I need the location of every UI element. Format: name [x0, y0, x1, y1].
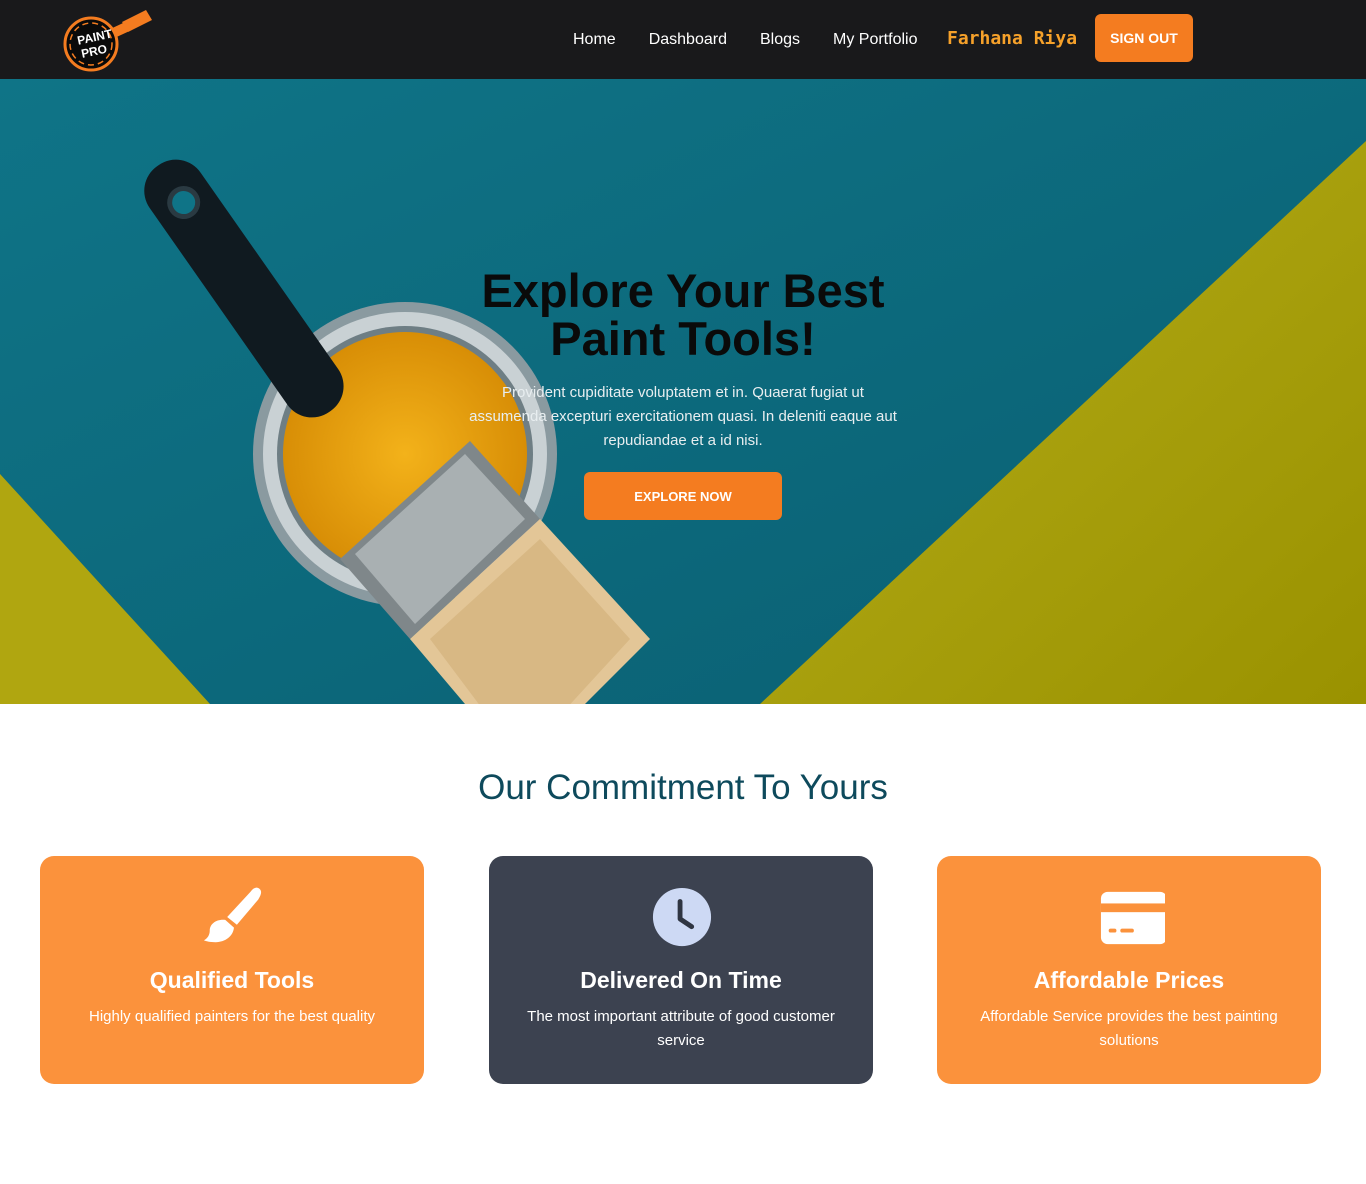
paint-pro-logo[interactable]: PAINT PRO	[62, 8, 154, 72]
card-text: Highly qualified painters for the best q…	[89, 1008, 375, 1025]
hero-banner: Explore Your Best Paint Tools! Provident…	[0, 79, 1366, 704]
explore-now-button[interactable]: EXPLORE NOW	[584, 472, 782, 520]
hero-title: Explore Your Best Paint Tools!	[383, 267, 983, 363]
hero-title-line1: Explore Your Best	[481, 264, 885, 317]
commitment-section-title: Our Commitment To Yours	[478, 768, 888, 807]
hero-title-line2: Paint Tools!	[550, 312, 816, 365]
navbar: PAINT PRO Home Dashboard Blogs My Portfo…	[0, 0, 1366, 79]
credit-card-icon	[1100, 891, 1165, 945]
commitment-card-delivered-on-time: Delivered On Time The most important att…	[489, 856, 873, 1084]
user-display-name: Farhana Riya	[947, 28, 1078, 49]
nav-links: Home Dashboard Blogs My Portfolio	[573, 0, 917, 79]
commitment-card-affordable-prices: Affordable Prices Affordable Service pro…	[937, 856, 1321, 1084]
nav-home-link[interactable]: Home	[573, 31, 616, 49]
card-title: Qualified Tools	[149, 967, 315, 993]
paintbrush-icon	[203, 887, 262, 943]
commitment-card-qualified-tools: Qualified Tools Highly qualified painter…	[40, 856, 424, 1084]
card-text: Affordable Service provides the best pai…	[980, 1008, 1278, 1049]
card-text: The most important attribute of good cus…	[527, 1008, 835, 1049]
nav-portfolio-link[interactable]: My Portfolio	[833, 31, 917, 49]
card-title: Affordable Prices	[1033, 967, 1225, 993]
clock-icon	[652, 887, 712, 947]
sign-out-button[interactable]: SIGN OUT	[1095, 14, 1193, 62]
nav-blogs-link[interactable]: Blogs	[760, 31, 800, 49]
hero-description: Provident cupiditate voluptatem et in. Q…	[469, 384, 897, 449]
nav-dashboard-link[interactable]: Dashboard	[649, 31, 727, 49]
card-title: Delivered On Time	[580, 967, 782, 993]
